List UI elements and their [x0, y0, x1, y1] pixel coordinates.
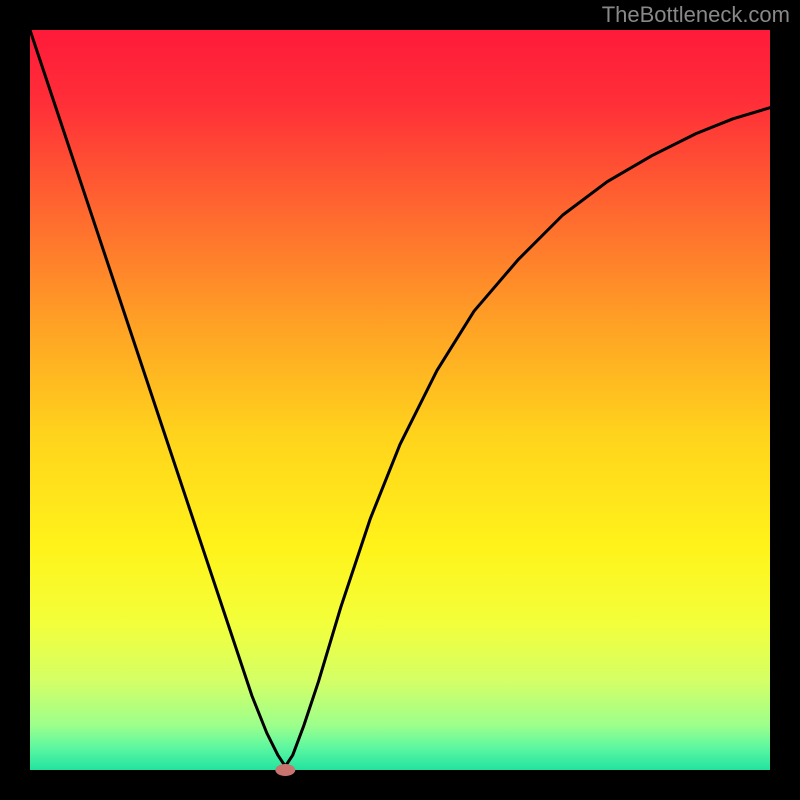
bottleneck-chart: [0, 0, 800, 800]
watermark-text: TheBottleneck.com: [602, 2, 790, 28]
chart-container: TheBottleneck.com: [0, 0, 800, 800]
plot-background: [30, 30, 770, 770]
optimum-marker: [275, 764, 295, 776]
